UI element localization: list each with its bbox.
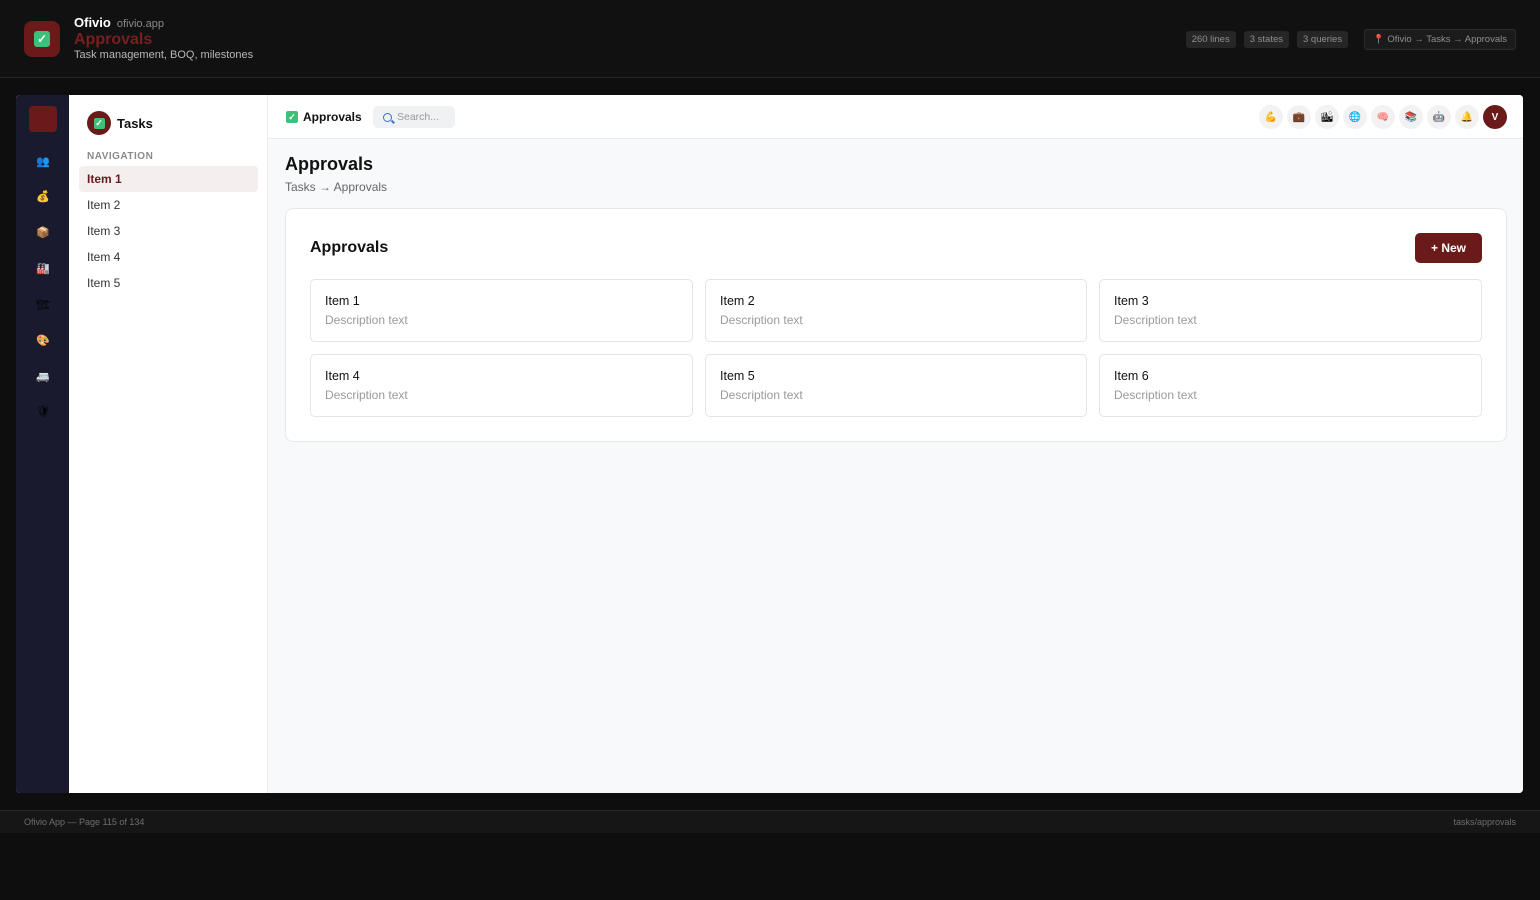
brain-icon[interactable]: 🧠 <box>1371 105 1395 129</box>
item-name: Item 5 <box>720 369 755 383</box>
item-description: Description text <box>1114 313 1197 327</box>
search-placeholder: Search... <box>397 111 440 123</box>
breadcrumb: Tasks → Approvals <box>285 180 388 194</box>
buildings-icon[interactable]: 🏙 <box>1315 105 1339 129</box>
item-name: Item 1 <box>325 294 360 308</box>
brand-name: Ofivio <box>74 15 111 30</box>
item-description: Description text <box>325 313 408 327</box>
bell-icon[interactable]: 🔔 <box>1455 105 1479 129</box>
list-item[interactable]: Item 4 Description text <box>310 354 693 417</box>
sidebar-header: ✓ Tasks <box>87 111 153 135</box>
approvals-card: Approvals + New Item 1 Description text … <box>285 208 1507 442</box>
app-logo: ✓ <box>24 21 60 57</box>
briefcase-icon[interactable]: 💼 <box>1287 105 1311 129</box>
item-name: Item 4 <box>325 369 360 383</box>
factory-icon[interactable]: 🏭 <box>35 260 51 276</box>
brand-domain: ofivio.app <box>116 18 164 30</box>
construction-icon[interactable]: 🏗 <box>35 296 51 312</box>
page-title: Approvals <box>285 154 374 174</box>
pin-icon: 📍 <box>1373 34 1385 44</box>
sidebar-item-5[interactable]: Item 5 <box>79 270 258 296</box>
topbar-icons: 💪 💼 🏙 🌐 🧠 📚 🤖 🔔 V <box>1259 105 1507 129</box>
sidebar-item-1[interactable]: Item 1 <box>79 166 258 192</box>
robot-icon[interactable]: 🤖 <box>1427 105 1451 129</box>
list-item[interactable]: Item 6 Description text <box>1099 354 1482 417</box>
path-chip: 📍 Ofivio → Tasks → Approvals <box>1364 29 1516 50</box>
books-icon[interactable]: 📚 <box>1399 105 1423 129</box>
sidebar-logo: ✓ <box>87 111 111 135</box>
search-input[interactable]: Search... <box>373 106 455 128</box>
check-icon: ✓ <box>286 111 298 123</box>
item-description: Description text <box>1114 388 1197 402</box>
check-icon: ✓ <box>34 31 50 47</box>
new-button[interactable]: + New <box>1415 233 1482 263</box>
users-icon[interactable]: 👥 <box>35 153 51 169</box>
header-text: Ofivio ofivio.app Approvals Task managem… <box>74 15 253 61</box>
list-item[interactable]: Item 1 Description text <box>310 279 693 342</box>
item-name: Item 3 <box>1114 294 1149 308</box>
package-icon[interactable]: 📦 <box>35 224 51 240</box>
list-item[interactable]: Item 5 Description text <box>705 354 1087 417</box>
meta-chips: 260 lines 3 states 3 queries 📍 Ofivio → T… <box>1185 29 1516 50</box>
list-item[interactable]: Item 3 Description text <box>1099 279 1482 342</box>
globe-icon[interactable]: 🌐 <box>1343 105 1367 129</box>
topbar-title-text: Approvals <box>303 110 362 124</box>
footer-page-info: Ofivio App — Page 115 of 134 <box>24 817 145 827</box>
app-header: ✓ Ofivio ofivio.app Approvals Task manag… <box>0 0 1540 78</box>
states-chip: 3 states <box>1243 31 1289 48</box>
sidebar-item-2[interactable]: Item 2 <box>79 192 258 218</box>
icon-rail: 👥 💰 📦 🏭 🏗 🎨 🚐 🛡 <box>16 95 69 793</box>
lines-chip: 260 lines <box>1185 31 1236 48</box>
money-bag-icon[interactable]: 💰 <box>35 188 51 204</box>
queries-chip: 3 queries <box>1297 31 1349 48</box>
app-frame: 👥 💰 📦 🏭 🏗 🎨 🚐 🛡 ✓ Tasks NAVIGATION Item … <box>16 95 1523 793</box>
check-icon: ✓ <box>93 117 105 129</box>
strength-icon[interactable]: 💪 <box>1259 105 1283 129</box>
sidebar-title: Tasks <box>117 115 153 131</box>
list-item[interactable]: Item 2 Description text <box>705 279 1087 342</box>
footer-route: tasks/approvals <box>1453 817 1516 827</box>
item-description: Description text <box>720 388 803 402</box>
main-area: ✓ Approvals Search... 💪 💼 🏙 🌐 🧠 📚 🤖 🔔 V … <box>268 95 1523 793</box>
header-description: Task management, BOQ, milestones <box>74 49 254 61</box>
topbar: ✓ Approvals Search... 💪 💼 🏙 🌐 🧠 📚 🤖 🔔 V <box>268 95 1523 139</box>
item-name: Item 6 <box>1114 369 1149 383</box>
sidebar-item-4[interactable]: Item 4 <box>79 244 258 270</box>
card-title: Approvals <box>310 239 389 256</box>
sidebar-section-label: NAVIGATION <box>87 151 154 162</box>
palette-icon[interactable]: 🎨 <box>35 332 51 348</box>
path-text: Ofivio → Tasks → Approvals <box>1387 34 1507 45</box>
sidebar: ✓ Tasks NAVIGATION Item 1 Item 2 Item 3 … <box>69 95 268 793</box>
search-icon <box>383 112 392 122</box>
topbar-title: ✓ Approvals <box>286 110 362 124</box>
item-name: Item 2 <box>720 294 755 308</box>
items-grid: Item 1 Description text Item 2 Descripti… <box>310 279 1482 417</box>
nav-list: Item 1 Item 2 Item 3 Item 4 Item 5 <box>79 166 258 296</box>
rail-logo[interactable] <box>29 106 57 132</box>
item-description: Description text <box>325 388 408 402</box>
item-description: Description text <box>720 313 803 327</box>
footer: Ofivio App — Page 115 of 134 tasks/appro… <box>0 810 1540 833</box>
vehicle-icon[interactable]: 🚐 <box>35 368 51 384</box>
avatar[interactable]: V <box>1483 105 1507 129</box>
sidebar-item-3[interactable]: Item 3 <box>79 218 258 244</box>
header-page-name: Approvals <box>74 31 153 48</box>
shield-icon[interactable]: 🛡 <box>35 403 51 419</box>
